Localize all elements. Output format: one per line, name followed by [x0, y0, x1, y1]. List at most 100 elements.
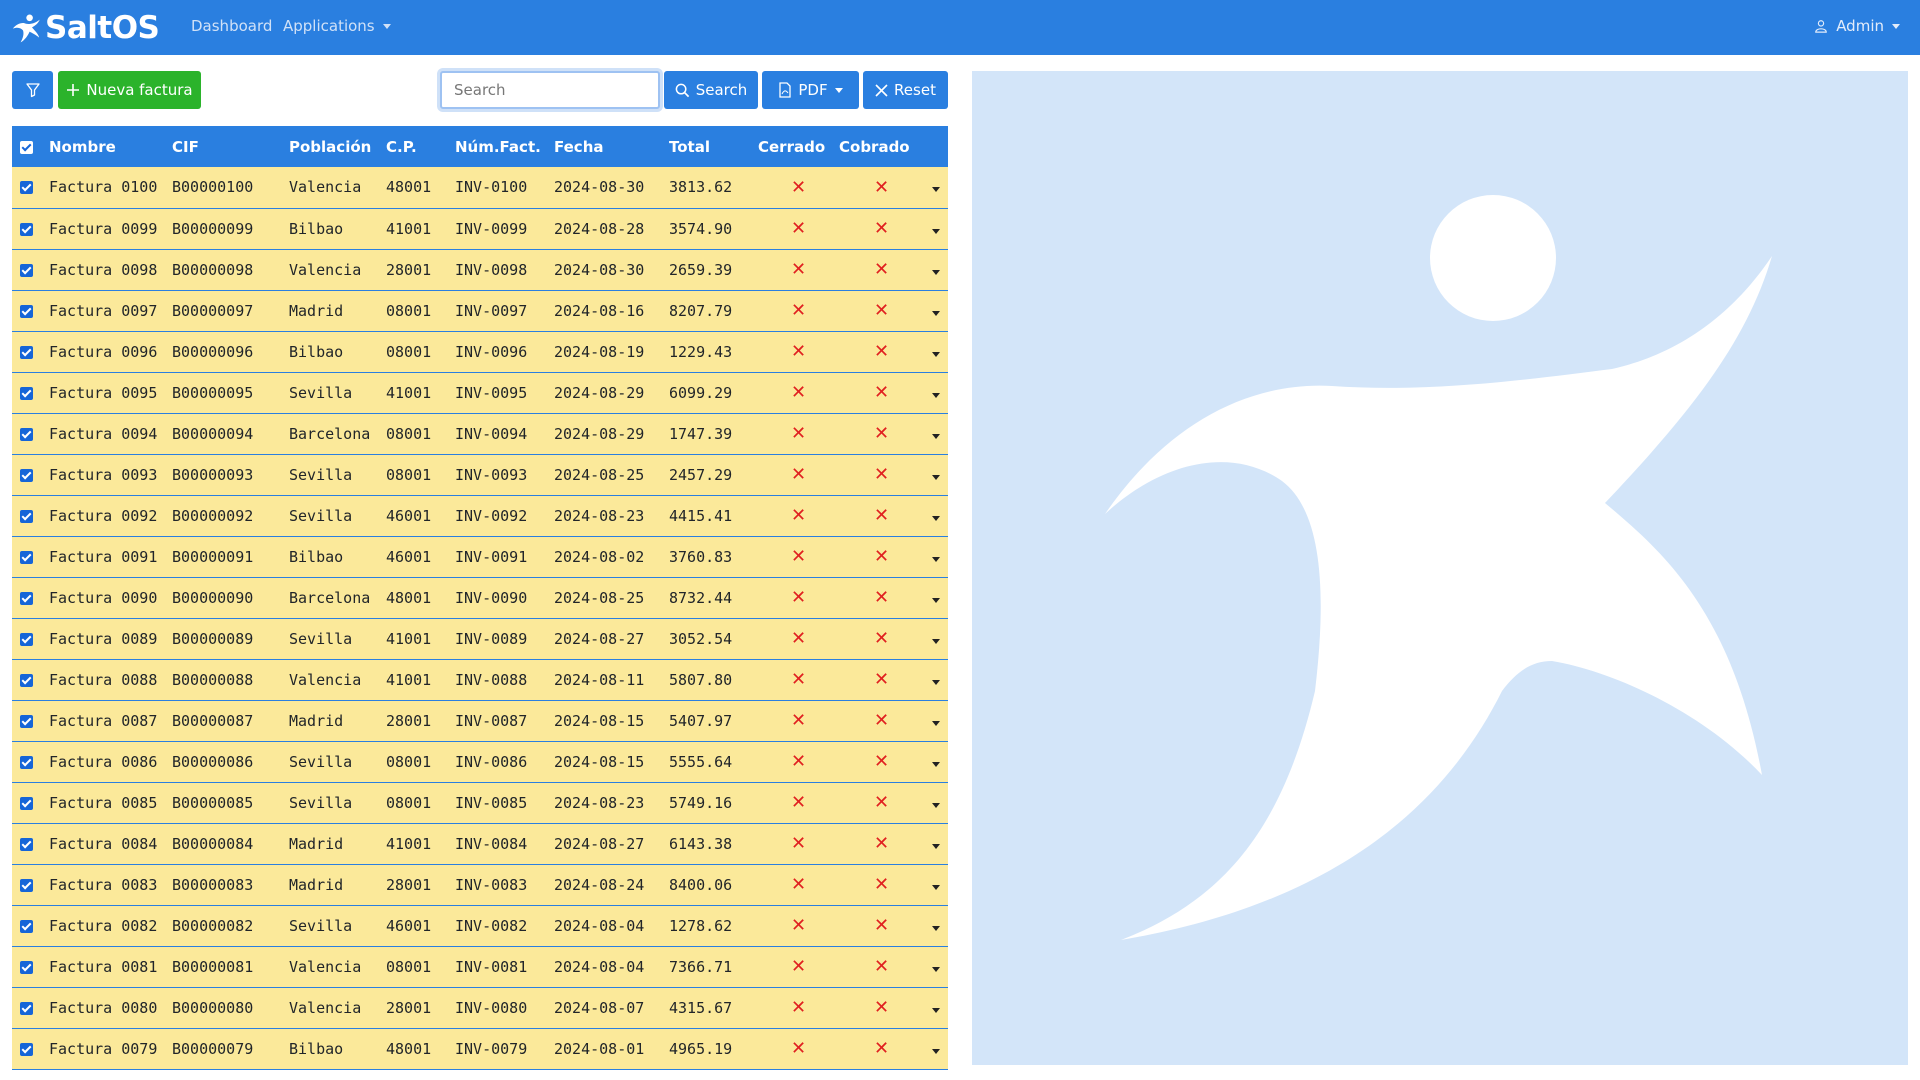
chevron-down-icon [932, 351, 940, 357]
row-actions-dropdown[interactable] [924, 905, 948, 946]
table-row[interactable]: Factura 0097 B00000097 Madrid 08001 INV-0097… [12, 290, 948, 331]
table-row[interactable]: Factura 0096 B00000096 Bilbao 08001 INV-0096… [12, 331, 948, 372]
row-checkbox[interactable] [12, 372, 49, 413]
table-row[interactable]: Factura 0087 B00000087 Madrid 28001 INV-0087… [12, 700, 948, 741]
column-header-cerrado[interactable]: Cerrado [758, 126, 839, 167]
table-row[interactable]: Factura 0100 B00000100 Valencia 48001 INV-01… [12, 167, 948, 208]
row-actions-dropdown[interactable] [924, 413, 948, 454]
row-actions-dropdown[interactable] [924, 372, 948, 413]
table-row[interactable]: Factura 0099 B00000099 Bilbao 41001 INV-0099… [12, 208, 948, 249]
table-row[interactable]: Factura 0083 B00000083 Madrid 28001 INV-0083… [12, 864, 948, 905]
table-row[interactable]: Factura 0089 B00000089 Sevilla 41001 INV-008… [12, 618, 948, 659]
cell-num-fact: INV-0096 [455, 342, 528, 361]
row-checkbox[interactable] [12, 495, 49, 536]
row-actions-dropdown[interactable] [924, 823, 948, 864]
reset-button-label: Reset [894, 81, 936, 99]
row-actions-dropdown[interactable] [924, 331, 948, 372]
row-actions-dropdown[interactable] [924, 946, 948, 987]
row-actions-dropdown[interactable] [924, 495, 948, 536]
row-actions-dropdown[interactable] [924, 864, 948, 905]
table-row[interactable]: Factura 0082 B00000082 Sevilla 46001 INV-008… [12, 905, 948, 946]
table-row[interactable]: Factura 0081 B00000081 Valencia 08001 INV-00… [12, 946, 948, 987]
row-checkbox[interactable] [12, 987, 49, 1028]
table-row[interactable]: Factura 0095 B00000095 Sevilla 41001 INV-009… [12, 372, 948, 413]
cell-total: 4415.41 [669, 506, 733, 525]
row-actions-dropdown[interactable] [924, 1028, 948, 1069]
user-menu[interactable]: Admin [1814, 17, 1900, 35]
table-row[interactable]: Factura 0086 B00000086 Sevilla 08001 INV-008… [12, 741, 948, 782]
table-row[interactable]: Factura 0088 B00000088 Valencia 41001 INV-00… [12, 659, 948, 700]
row-checkbox[interactable] [12, 454, 49, 495]
table-row[interactable]: Factura 0093 B00000093 Sevilla 08001 INV-009… [12, 454, 948, 495]
cerrado-x-icon: ✕ [790, 423, 807, 444]
row-checkbox[interactable] [12, 905, 49, 946]
cobrado-cell: ✕ [839, 208, 924, 249]
row-checkbox[interactable] [12, 1028, 49, 1069]
brand-logo[interactable]: SaltOS [11, 10, 160, 46]
row-actions-dropdown[interactable] [924, 659, 948, 700]
row-checkbox[interactable] [12, 577, 49, 618]
row-checkbox[interactable] [12, 823, 49, 864]
row-checkbox[interactable] [12, 249, 49, 290]
row-checkbox[interactable] [12, 741, 49, 782]
row-checkbox[interactable] [12, 618, 49, 659]
row-checkbox[interactable] [12, 167, 49, 208]
table-row[interactable]: Factura 0079 B00000079 Bilbao 48001 INV-0079… [12, 1028, 948, 1069]
table-row[interactable]: Factura 0085 B00000085 Sevilla 08001 INV-008… [12, 782, 948, 823]
row-checkbox[interactable] [12, 864, 49, 905]
row-checkbox[interactable] [12, 659, 49, 700]
search-input[interactable] [440, 71, 660, 109]
row-actions-dropdown[interactable] [924, 618, 948, 659]
column-header-poblacion[interactable]: Población [289, 126, 386, 167]
reset-button[interactable]: Reset [863, 71, 948, 109]
row-checkbox[interactable] [12, 782, 49, 823]
filter-button[interactable] [12, 71, 53, 109]
column-header-cif[interactable]: CIF [172, 126, 289, 167]
row-checkbox[interactable] [12, 208, 49, 249]
row-actions-dropdown[interactable] [924, 454, 948, 495]
column-header-total[interactable]: Total [669, 126, 758, 167]
row-actions-dropdown[interactable] [924, 249, 948, 290]
cell-num-fact: INV-0090 [455, 588, 528, 607]
cell-fecha: 2024-08-29 [554, 424, 645, 443]
column-header-fecha[interactable]: Fecha [554, 126, 669, 167]
nav-applications-dropdown[interactable]: Applications [283, 17, 391, 35]
table-row[interactable]: Factura 0091 B00000091 Bilbao 46001 INV-0091… [12, 536, 948, 577]
row-checkbox[interactable] [12, 290, 49, 331]
column-header-num-fact[interactable]: Núm.Fact. [455, 126, 554, 167]
row-checkbox[interactable] [12, 536, 49, 577]
new-invoice-button[interactable]: Nueva factura [58, 71, 201, 109]
row-actions-dropdown[interactable] [924, 782, 948, 823]
row-actions-dropdown[interactable] [924, 741, 948, 782]
row-actions-dropdown[interactable] [924, 536, 948, 577]
table-row[interactable]: Factura 0090 B00000090 Barcelona 48001 INV-0… [12, 577, 948, 618]
table-row[interactable]: Factura 0094 B00000094 Barcelona 08001 INV-0… [12, 413, 948, 454]
row-actions-dropdown[interactable] [924, 700, 948, 741]
column-header-nombre[interactable]: Nombre [49, 126, 172, 167]
cerrado-cell: ✕ [758, 618, 839, 659]
table-row[interactable]: Factura 0098 B00000098 Valencia 28001 INV-00… [12, 249, 948, 290]
table-row[interactable]: Factura 0092 B00000092 Sevilla 46001 INV-009… [12, 495, 948, 536]
row-actions-dropdown[interactable] [924, 167, 948, 208]
row-checkbox[interactable] [12, 946, 49, 987]
table-row[interactable]: Factura 0080 B00000080 Valencia 28001 INV-00… [12, 987, 948, 1028]
row-actions-dropdown[interactable] [924, 987, 948, 1028]
row-actions-dropdown[interactable] [924, 290, 948, 331]
column-header-cobrado[interactable]: Cobrado [839, 126, 924, 167]
row-actions-dropdown[interactable] [924, 577, 948, 618]
row-checkbox[interactable] [12, 413, 49, 454]
cerrado-x-icon: ✕ [790, 833, 807, 854]
cell-num-fact: INV-0081 [455, 957, 528, 976]
chevron-down-icon [932, 884, 940, 890]
column-header-cp[interactable]: C.P. [386, 126, 455, 167]
row-checkbox[interactable] [12, 331, 49, 372]
row-checkbox[interactable] [12, 700, 49, 741]
cell-nombre: Factura 0081 [49, 957, 158, 976]
cell-cp: 08001 [386, 465, 432, 484]
pdf-dropdown-button[interactable]: PDF [762, 71, 859, 109]
table-row[interactable]: Factura 0084 B00000084 Madrid 41001 INV-0084… [12, 823, 948, 864]
nav-dashboard-link[interactable]: Dashboard [191, 17, 272, 35]
row-actions-dropdown[interactable] [924, 208, 948, 249]
select-all-checkbox[interactable] [12, 126, 49, 167]
search-button[interactable]: Search [664, 71, 758, 109]
